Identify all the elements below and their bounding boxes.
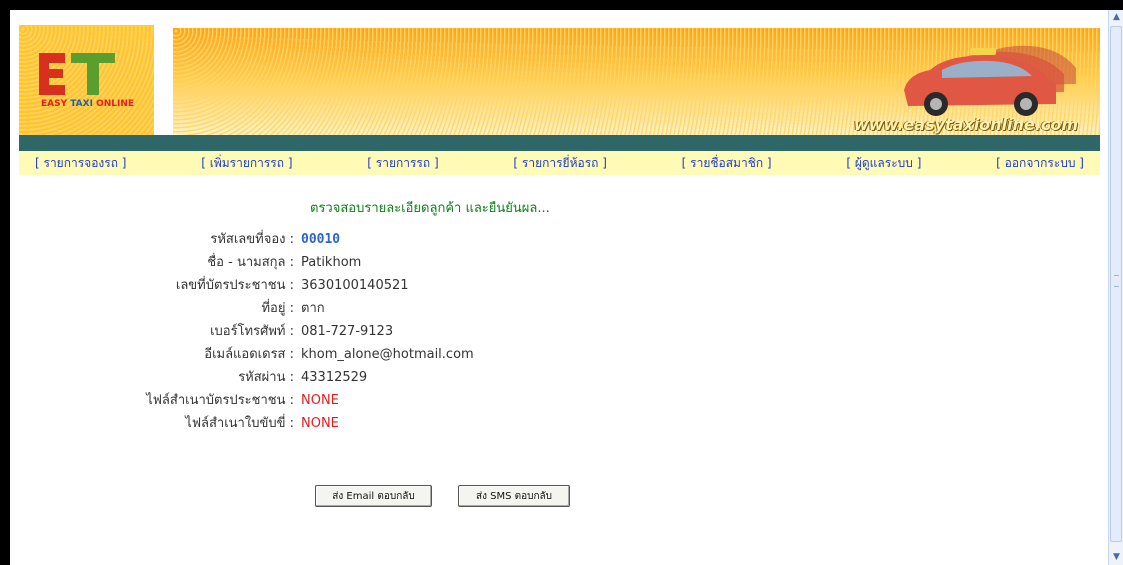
header-divider [19,135,1100,151]
easy-taxi-logo: EASY TAXI ONLINE [19,25,154,135]
window-frame-top [0,0,1123,10]
logo-letter-t-stem [87,53,99,95]
banner-background: www.easytaxionline.com [173,28,1100,135]
booking-id-label: รหัสเลขที่จอง : [210,232,294,247]
email-value: khom_alone@hotmail.com [301,347,474,362]
field-row-id-card-file: ไฟล์สำเนาบัตรประชาชน : NONE [19,390,719,412]
nav-cars[interactable]: [ รายการรถ ] [367,154,438,173]
page-content: EASY TAXI ONLINE www.easytaxionline.com … [19,25,1100,565]
send-email-reply-button[interactable]: ส่ง Email ตอบกลับ [315,485,432,507]
taxi-car-image [904,45,1076,116]
address-label: ที่อยู่ : [261,301,294,316]
nav-members[interactable]: [ รายชื่อสมาชิก ] [682,154,772,173]
logo-caption-taxi: TAXI [70,99,93,109]
logo-letter-e-bar [39,69,63,78]
license-file-value: NONE [301,416,339,431]
password-value: 43312529 [301,370,368,385]
license-file-label: ไฟล์สำเนาใบขับขี่ : [185,416,294,431]
nav-logout[interactable]: [ ออกจากระบบ ] [996,154,1084,173]
send-sms-reply-button[interactable]: ส่ง SMS ตอบกลับ [458,485,570,507]
field-row-license-file: ไฟล์สำเนาใบขับขี่ : NONE [19,413,719,435]
nav-add-car[interactable]: [ เพิ่มรายการรถ ] [201,154,292,173]
scrollbar-grip-icon [1114,275,1119,287]
phone-value: 081-727-9123 [301,324,394,339]
name-value: Patikhom [301,255,362,270]
email-label: อีเมล์แอดเดรส : [204,347,294,362]
field-row-password: รหัสผ่าน : 43312529 [19,367,719,389]
field-row-booking-id: รหัสเลขที่จอง : 00010 [19,229,719,251]
id-card-value: 3630100140521 [301,278,409,293]
id-card-label: เลขที่บัตรประชาชน : [175,278,294,293]
id-card-file-label: ไฟล์สำเนาบัตรประชาชน : [146,393,294,408]
page-title: ตรวจสอบรายละเอียดลูกค้า และยืนยันผล... [310,201,550,216]
address-value: ตาก [301,301,325,316]
field-row-phone: เบอร์โทรศัพท์ : 081-727-9123 [19,321,719,343]
password-label: รหัสผ่าน : [238,370,294,385]
id-card-file-value: NONE [301,393,339,408]
logo-caption-easy: EASY [40,99,68,109]
main-nav: [ รายการจองรถ ] [ เพิ่มรายการรถ ] [ รายก… [19,151,1100,175]
scroll-up-icon[interactable]: ▲ [1110,11,1123,24]
logo-caption-online: ONLINE [96,99,135,109]
nav-car-brands[interactable]: [ รายการยี่ห้อรถ ] [513,154,607,173]
scroll-down-icon[interactable]: ▼ [1110,551,1123,564]
booking-id-value: 00010 [301,232,341,247]
phone-label: เบอร์โทรศัพท์ : [210,324,294,339]
vertical-scrollbar[interactable]: ▲ ▼ [1108,10,1123,565]
nav-admin[interactable]: [ ผู้ดูแลระบบ ] [846,154,921,173]
field-row-id-card: เลขที่บัตรประชาชน : 3630100140521 [19,275,719,297]
site-url: www.easytaxionline.com [853,115,1078,134]
field-row-address: ที่อยู่ : ตาก [19,298,719,320]
name-label: ชื่อ - นามสกุล : [207,255,294,270]
window-frame-left [0,0,10,565]
field-row-name: ชื่อ - นามสกุล : Patikhom [19,252,719,274]
logo-caption: EASY TAXI ONLINE [21,99,154,109]
scrollbar-thumb[interactable] [1110,26,1122,542]
field-row-email: อีเมล์แอดเดรส : khom_alone@hotmail.com [19,344,719,366]
header-banner: EASY TAXI ONLINE www.easytaxionline.com [19,25,1100,135]
nav-bookings[interactable]: [ รายการจองรถ ] [35,154,126,173]
